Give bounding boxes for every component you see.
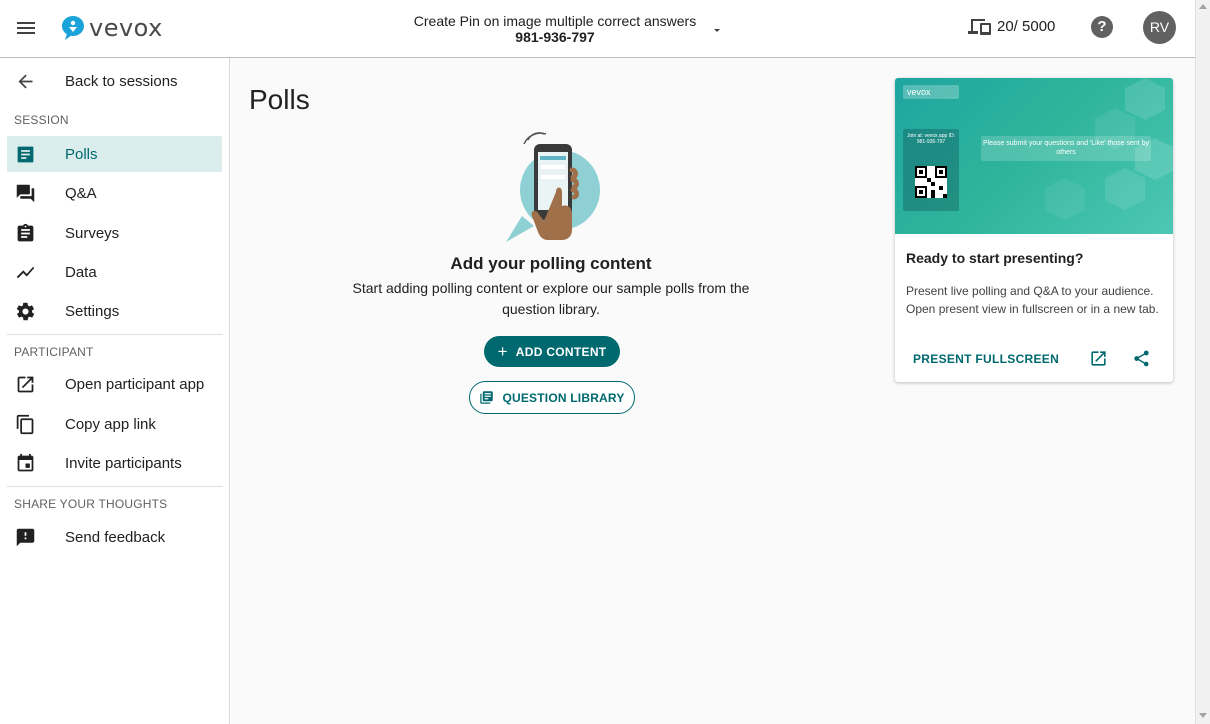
plus-icon: + [497,341,508,361]
page-title: Polls [249,84,310,115]
sidebar-item-label: Copy app link [65,415,156,433]
calendar-icon [15,453,36,474]
share-icon[interactable] [1132,349,1151,368]
logo-text: vevox [89,14,163,42]
sidebar-item-label: Invite participants [65,454,182,472]
user-avatar[interactable]: RV [1143,11,1176,44]
qr-code-icon [915,166,947,198]
open-in-new-icon [15,374,36,395]
arrow-back-icon [15,71,36,92]
sidebar-item-label: Q&A [65,184,97,202]
present-card-description: Present live polling and Q&A to your aud… [906,284,1159,316]
hamburger-menu-icon[interactable] [14,16,38,40]
add-content-button[interactable]: + ADD CONTENT [484,336,620,367]
divider [7,334,223,335]
back-to-sessions-label: Back to sessions [65,72,178,90]
vevox-logo-icon [62,16,84,40]
back-to-sessions-link[interactable]: Back to sessions [7,63,222,99]
library-books-icon [480,391,494,404]
sidebar-item-polls[interactable]: Polls [7,136,222,172]
empty-state-description: Start adding polling content or explore … [352,280,750,317]
help-icon[interactable]: ? [1091,16,1113,38]
session-name: Create Pin on image multiple correct ans… [413,13,697,29]
present-card-title: Ready to start presenting? [906,250,1084,266]
sidebar-item-invite-participants[interactable]: Invite participants [7,445,222,481]
sidebar-item-send-feedback[interactable]: Send feedback [7,519,222,555]
session-selector[interactable]: Create Pin on image multiple correct ans… [400,13,710,45]
sidebar-item-label: Open participant app [65,375,205,393]
question-library-label: QUESTION LIBRARY [502,390,625,405]
participants-count: 20/ 5000 [997,17,1056,35]
sidebar-item-data[interactable]: Data [7,254,222,290]
present-preview-thumbnail[interactable]: vevox Join at: vevox.app ID: 981-936-797… [895,78,1173,234]
main-content: Polls Add your polling content Start add… [231,58,1195,724]
section-label-participant: PARTICIPANT [14,345,94,359]
chart-line-icon [15,262,36,283]
sidebar-item-copy-app-link[interactable]: Copy app link [7,406,222,442]
scrollbar[interactable] [1195,0,1210,724]
session-code: 981-936-797 [515,29,595,45]
sidebar-item-label: Polls [65,145,98,163]
question-library-button[interactable]: QUESTION LIBRARY [469,381,635,414]
divider [7,486,223,487]
sidebar-item-open-participant-app[interactable]: Open participant app [7,366,222,402]
sidebar-item-qa[interactable]: Q&A [7,175,222,211]
top-app-bar: vevox Create Pin on image multiple corre… [0,0,1195,58]
present-fullscreen-button[interactable]: PRESENT FULLSCREEN [913,352,1059,366]
section-label-share-thoughts: SHARE YOUR THOUGHTS [14,497,168,511]
preview-logo: vevox [903,85,959,99]
section-label-session: SESSION [14,113,69,127]
devices-icon [968,19,991,35]
sidebar-item-label: Surveys [65,224,120,242]
polls-icon [15,144,36,165]
scroll-up-arrow-icon[interactable] [1199,4,1207,9]
open-in-new-tab-icon[interactable] [1089,349,1108,368]
present-card: vevox Join at: vevox.app ID: 981-936-797… [895,78,1173,382]
sidebar-item-label: Send feedback [65,528,166,546]
preview-message: Please submit your questions and 'Like' … [981,136,1151,161]
sidebar-item-surveys[interactable]: Surveys [7,215,222,251]
participant-counter[interactable]: 20/ 5000 [968,17,1055,35]
sidebar-nav: Back to sessions SESSION Polls Q&A Surve… [0,58,230,724]
phone-illustration [500,130,604,242]
scroll-down-arrow-icon[interactable] [1199,713,1207,718]
add-content-label: ADD CONTENT [515,344,607,359]
sidebar-item-label: Data [65,263,97,281]
vevox-logo[interactable]: vevox [61,14,163,42]
gear-icon [15,301,36,322]
feedback-icon [15,527,36,548]
qa-icon [15,183,36,204]
sidebar-item-settings[interactable]: Settings [7,293,222,329]
copy-icon [15,414,36,435]
caret-down-icon[interactable] [712,22,722,32]
clipboard-icon [15,223,36,244]
sidebar-item-label: Settings [65,302,120,320]
empty-state-title: Add your polling content [450,254,652,273]
